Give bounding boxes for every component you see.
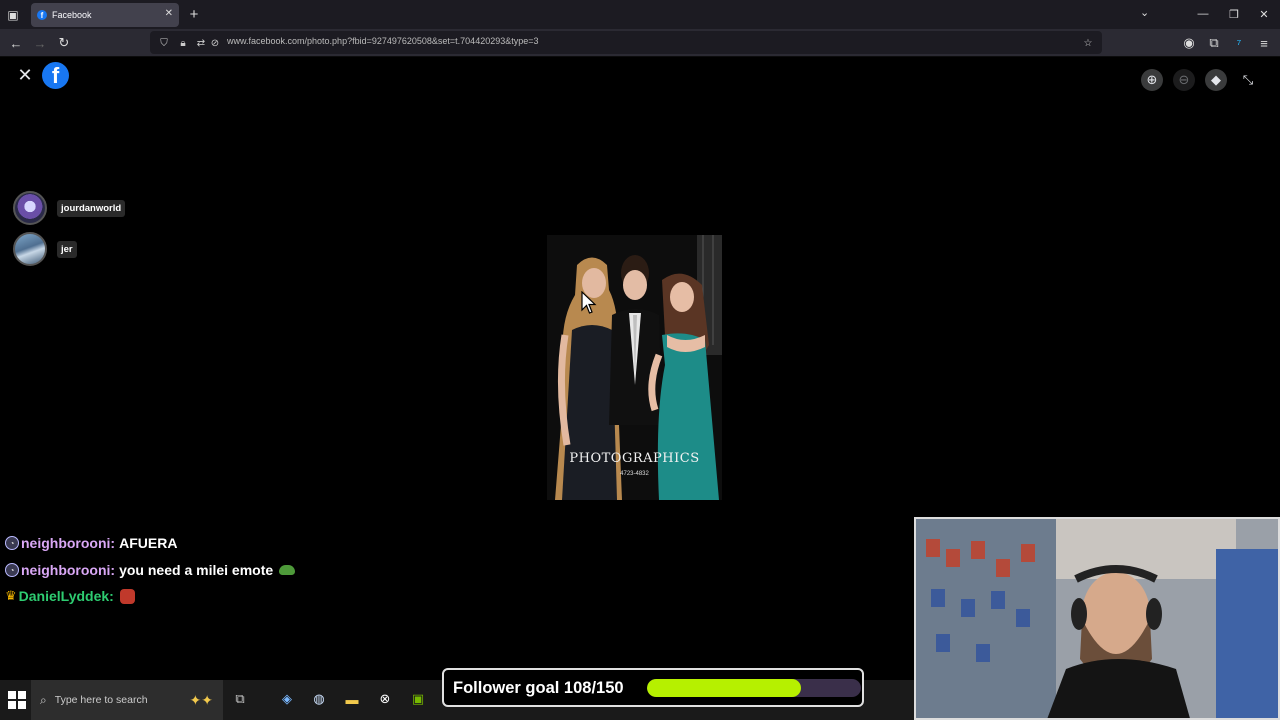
app-menu-icon[interactable]: ≡: [1255, 34, 1273, 52]
close-viewer-icon[interactable]: ✕: [16, 65, 34, 85]
nvidia-icon[interactable]: ▣: [407, 688, 429, 710]
user-badge-icon: ◔: [5, 563, 19, 577]
xbox-icon[interactable]: ⊗: [374, 688, 396, 710]
reload-icon[interactable]: ↻: [55, 34, 73, 52]
extension-7tv-icon[interactable]: ⁷: [1230, 34, 1248, 52]
window-close-icon[interactable]: ✕: [1256, 6, 1272, 22]
tab-close-icon[interactable]: ✕: [165, 8, 173, 19]
file-explorer-icon[interactable]: ▬: [341, 688, 363, 710]
follower-goal-fill: [647, 679, 802, 697]
tagged-person[interactable]: jourdanworld: [13, 191, 126, 225]
copilot-icon[interactable]: ◈: [276, 688, 298, 710]
back-arrow-icon[interactable]: ←: [7, 34, 25, 52]
tag-icon[interactable]: ◆: [1205, 69, 1227, 91]
facebook-favicon-icon: f: [37, 10, 47, 20]
extensions-icon[interactable]: ⧉: [1205, 34, 1223, 52]
webcam-overlay: [914, 517, 1280, 720]
red-face-emote-icon: [119, 588, 135, 604]
minimize-icon[interactable]: —: [1195, 6, 1211, 22]
chat-message: ◔ neighborooni: AFUERA: [5, 535, 177, 551]
zoom-in-icon[interactable]: ⊕: [1141, 69, 1163, 91]
tracking-shield-icon[interactable]: ⛉: [157, 36, 171, 50]
steam-icon[interactable]: ◍: [308, 688, 330, 710]
tagged-person[interactable]: jer: [13, 232, 77, 266]
permissions-icon[interactable]: ⇄: [194, 36, 208, 50]
lock-icon[interactable]: 🔒︎: [176, 36, 190, 50]
url-text[interactable]: www.facebook.com/photo.php?fbid=92749762…: [227, 36, 539, 46]
chat-text: you need a milei emote: [119, 562, 274, 578]
chat-message: ♛ DanielLyddek:: [5, 588, 135, 604]
avatar: [13, 232, 47, 266]
facebook-logo-icon[interactable]: f: [42, 62, 69, 89]
follower-goal-track: [647, 679, 861, 697]
tab-title: Facebook: [52, 10, 92, 20]
frog-emote-icon: [279, 565, 296, 575]
follower-goal-widget: Follower goal 108/150: [442, 668, 864, 707]
account-icon[interactable]: ◉: [1180, 34, 1198, 52]
browser-tab-strip: ▣ f Facebook ✕ + ⌄ — ❐ ✕: [0, 0, 1280, 29]
url-bar[interactable]: ⛉ 🔒︎ ⇄ ⊘ www.facebook.com/photo.php?fbid…: [150, 31, 1102, 54]
chat-username: neighborooni:: [21, 562, 116, 578]
zoom-out-icon[interactable]: ⊖: [1173, 69, 1195, 91]
taskbar-search-box[interactable]: ⌕ Type here to search ✦✦: [31, 680, 223, 720]
search-placeholder: Type here to search: [54, 694, 148, 706]
chat-username: DanielLyddek:: [18, 588, 114, 604]
search-icon: ⌕: [40, 692, 47, 707]
mouse-cursor-icon: [581, 291, 597, 314]
blocked-media-icon[interactable]: ⊘: [208, 36, 222, 50]
user-badge-icon: ◔: [5, 536, 19, 550]
crown-badge-icon: ♛: [5, 588, 17, 603]
avatar: [13, 191, 47, 225]
list-all-tabs-chevron-icon[interactable]: ⌄: [1140, 6, 1149, 19]
photo-watermark-number: 4723-4832: [620, 471, 649, 477]
browser-nav-bar: ← → ↻ ⛉ 🔒︎ ⇄ ⊘ www.facebook.com/photo.ph…: [0, 29, 1280, 57]
restore-icon[interactable]: ❐: [1226, 6, 1242, 22]
windows-start-icon[interactable]: [8, 691, 26, 709]
photo-watermark: PHOTOGRAPHICS: [569, 451, 700, 466]
person-name: jer: [57, 240, 77, 258]
task-view-icon[interactable]: ⧉: [229, 688, 251, 710]
new-tab-icon[interactable]: +: [186, 5, 202, 23]
tab-list-icon[interactable]: ▣: [4, 6, 22, 24]
chat-text: AFUERA: [119, 535, 178, 551]
webcam-image: [916, 519, 1278, 718]
chat-username: neighborooni:: [21, 535, 116, 551]
bookmark-star-icon[interactable]: ☆: [1081, 36, 1095, 50]
chat-message: ◔ neighborooni: you need a milei emote: [5, 562, 296, 578]
person-name: jourdanworld: [57, 199, 126, 217]
follower-goal-label: Follower goal 108/150: [453, 679, 624, 697]
forward-arrow-icon[interactable]: →: [31, 34, 49, 52]
search-highlight-icon: ✦✦: [189, 691, 213, 708]
tab-facebook[interactable]: f Facebook ✕: [31, 3, 179, 27]
exit-fullscreen-icon[interactable]: ⤡: [1237, 69, 1259, 91]
prom-photo[interactable]: PHOTOGRAPHICS 4723-4832: [547, 235, 722, 500]
